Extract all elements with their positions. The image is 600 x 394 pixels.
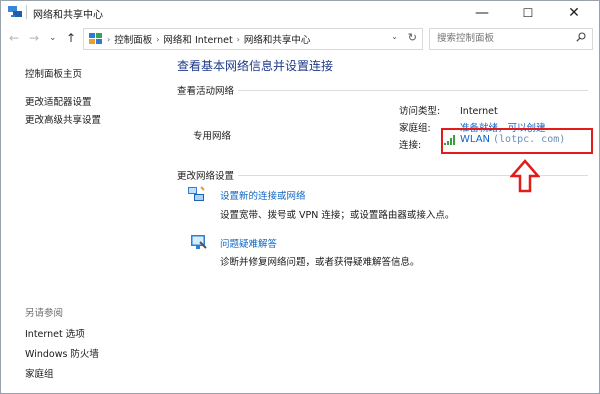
breadcrumb-chevron-icon: ›: [107, 34, 111, 44]
section-divider: [238, 90, 588, 91]
back-icon[interactable]: ←: [9, 31, 19, 45]
see-also-windows-firewall[interactable]: Windows 防火墙: [25, 346, 99, 360]
search-input[interactable]: [430, 29, 573, 47]
troubleshoot-link[interactable]: 问题疑难解答: [220, 236, 277, 250]
window-title: 网络和共享中心: [33, 10, 103, 21]
highlight-box: [441, 128, 593, 154]
sidebar-item-control-panel-home[interactable]: 控制面板主页: [25, 66, 82, 80]
breadcrumb-chevron-icon: ›: [156, 34, 160, 44]
search-box[interactable]: [429, 28, 593, 50]
breadcrumb-network-internet[interactable]: 网络和 Internet: [163, 32, 232, 46]
search-icon[interactable]: [576, 32, 586, 42]
close-button[interactable]: ✕: [551, 1, 597, 25]
minimize-button[interactable]: —: [459, 1, 505, 25]
sidebar: 控制面板主页 更改适配器设置 更改高级共享设置 另请参阅 Internet 选项…: [1, 53, 168, 393]
breadcrumb-control-panel[interactable]: 控制面板: [114, 32, 152, 46]
see-also-internet-options[interactable]: Internet 选项: [25, 326, 85, 340]
access-type-value: Internet: [460, 106, 498, 117]
network-name: 专用网络: [193, 131, 232, 142]
address-dropdown-icon[interactable]: ⌄: [391, 32, 398, 41]
change-settings-heading: 更改网络设置: [177, 171, 235, 182]
setup-connection-link[interactable]: 设置新的连接或网络: [220, 188, 306, 202]
control-panel-icon: [89, 33, 102, 44]
see-also-homegroup[interactable]: 家庭组: [25, 366, 54, 380]
sidebar-item-advanced-sharing[interactable]: 更改高级共享设置: [25, 112, 101, 126]
troubleshoot-description: 诊断并修复网络问题，或者获得疑难解答信息。: [220, 257, 420, 268]
see-also-heading: 另请参阅: [25, 308, 64, 319]
recent-locations-icon[interactable]: ⌄: [49, 33, 57, 43]
up-arrow-annotation-icon: [510, 159, 540, 193]
access-type-label: 访问类型:: [399, 106, 441, 117]
navigation-bar: ← → ⌄ ↑ › 控制面板 › 网络和 Internet › 网络和共享中心 …: [1, 25, 599, 53]
refresh-icon[interactable]: ↻: [408, 31, 417, 44]
active-networks-heading: 查看活动网络: [177, 86, 235, 97]
up-icon[interactable]: ↑: [66, 31, 76, 45]
setup-connection-description: 设置宽带、拨号或 VPN 连接；或设置路由器或接入点。: [220, 210, 455, 221]
network-center-icon: [8, 6, 22, 17]
network-setup-icon: [188, 186, 205, 201]
page-title: 查看基本网络信息并设置连接: [177, 59, 334, 73]
troubleshoot-icon: [191, 235, 207, 249]
sidebar-item-adapter-settings[interactable]: 更改适配器设置: [25, 94, 92, 108]
network-sharing-center-window: 网络和共享中心 — ☐ ✕ ← → ⌄ ↑ › 控制面板 › 网络和 Inter…: [0, 0, 600, 394]
forward-icon[interactable]: →: [29, 31, 39, 45]
title-separator: [26, 5, 27, 19]
breadcrumb-network-sharing-center[interactable]: 网络和共享中心: [244, 32, 311, 46]
title-bar: 网络和共享中心 — ☐ ✕: [1, 1, 599, 25]
breadcrumb-chevron-icon: ›: [236, 34, 240, 44]
access-type-row: 访问类型: Internet: [399, 103, 498, 117]
address-bar[interactable]: › 控制面板 › 网络和 Internet › 网络和共享中心 ⌄ ↻: [83, 28, 423, 50]
main-content: 查看基本网络信息并设置连接 查看活动网络 专用网络 访问类型: Internet …: [168, 53, 599, 393]
maximize-button[interactable]: ☐: [505, 1, 551, 25]
